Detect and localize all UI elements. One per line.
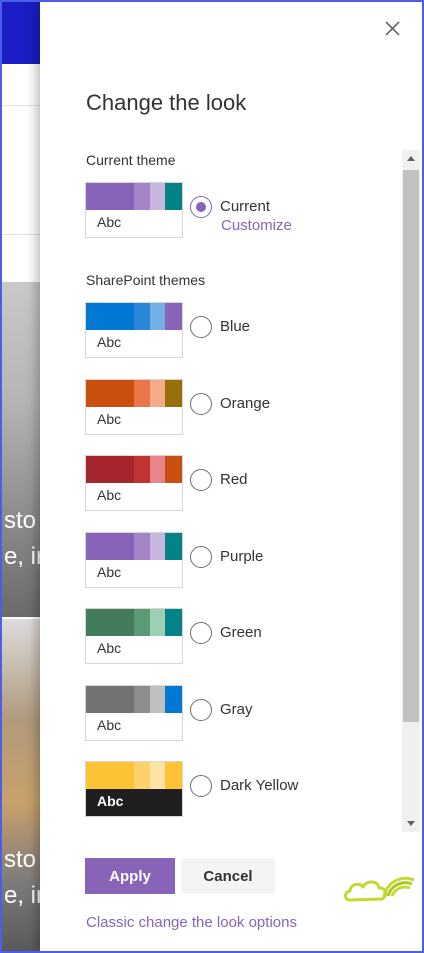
site-divider (2, 105, 42, 106)
theme-label: Gray (220, 701, 253, 718)
cloud-rainbow-logo-icon (344, 876, 415, 902)
current-theme-heading: Current theme (86, 152, 176, 168)
site-hero-text: sto (4, 507, 37, 534)
apply-button[interactable]: Apply (85, 858, 175, 894)
scroll-up-button[interactable] (402, 150, 420, 168)
close-icon (385, 21, 400, 36)
theme-radio-gray[interactable] (190, 699, 212, 721)
app-frame: sto e, ir sto e, ir Change the look Curr… (0, 0, 424, 953)
theme-option-blue[interactable]: Abc Blue (85, 302, 385, 358)
theme-label: Purple (220, 548, 264, 565)
theme-color-bars (86, 533, 182, 560)
background-site: sto e, ir sto e, ir (2, 2, 42, 951)
theme-sample-text: Abc (97, 411, 122, 427)
theme-radio-purple[interactable] (190, 546, 212, 568)
theme-sample-text: Abc (97, 564, 122, 580)
theme-option-gray[interactable]: Abc Gray (85, 685, 385, 741)
theme-radio-dark-yellow[interactable] (190, 775, 212, 797)
panel-title: Change the look (86, 90, 247, 115)
cancel-button[interactable]: Cancel (181, 858, 275, 894)
chevron-down-icon (407, 821, 415, 826)
theme-color-bars (86, 686, 182, 713)
theme-radio-red[interactable] (190, 469, 212, 491)
scroll-down-button[interactable] (402, 814, 420, 832)
theme-preview-swatch: Abc (85, 761, 183, 817)
theme-sample-text: Abc (97, 334, 122, 350)
theme-sample-text: Abc (97, 214, 122, 230)
theme-option-dark-yellow[interactable]: Abc Dark Yellow (85, 761, 385, 817)
theme-list-scrollbar[interactable] (402, 150, 420, 832)
theme-option-red[interactable]: Abc Red (85, 455, 385, 511)
sharepoint-themes-heading: SharePoint themes (86, 272, 206, 288)
theme-preview-swatch: Abc (85, 532, 183, 588)
theme-color-bars (86, 456, 182, 483)
theme-radio-current[interactable] (190, 196, 212, 218)
theme-preview-swatch: Abc (85, 379, 183, 435)
theme-label: Blue (220, 318, 251, 335)
theme-preview-swatch: Abc (85, 182, 183, 238)
theme-option-purple[interactable]: Abc Purple (85, 532, 385, 588)
theme-sample-text: Abc (97, 640, 122, 656)
site-header-area (2, 64, 42, 282)
theme-label: Dark Yellow (220, 777, 299, 794)
theme-sample-text: Abc (97, 793, 124, 809)
theme-preview-swatch: Abc (85, 608, 183, 664)
theme-preview-swatch: Abc (85, 685, 183, 741)
change-the-look-panel: Change the look Current theme Abc Curren… (40, 2, 422, 951)
scrollbar-thumb[interactable] (403, 170, 419, 722)
theme-radio-blue[interactable] (190, 316, 212, 338)
theme-radio-green[interactable] (190, 622, 212, 644)
theme-option-green[interactable]: Abc Green (85, 608, 385, 664)
theme-option-orange[interactable]: Abc Orange (85, 379, 385, 435)
theme-color-bars (86, 762, 182, 789)
theme-label: Current (220, 198, 271, 215)
classic-change-look-link[interactable]: Classic change the look options (86, 914, 297, 931)
customize-link[interactable]: Customize (221, 217, 292, 234)
theme-label: Orange (220, 395, 271, 412)
chevron-up-icon (407, 156, 415, 161)
site-divider (2, 234, 42, 235)
site-hero-text: e, ir (4, 882, 42, 909)
site-hero-text: sto (4, 846, 37, 873)
theme-color-bars (86, 609, 182, 636)
theme-sample-text: Abc (97, 717, 122, 733)
radio-selected-dot (196, 202, 206, 212)
theme-color-bars (86, 183, 182, 210)
site-hero-text: e, ir (4, 543, 42, 570)
theme-label: Green (220, 624, 262, 641)
theme-radio-orange[interactable] (190, 393, 212, 415)
theme-preview-swatch: Abc (85, 302, 183, 358)
site-suite-bar (2, 2, 42, 64)
theme-label: Red (220, 471, 248, 488)
close-button[interactable] (382, 18, 404, 40)
theme-color-bars (86, 380, 182, 407)
theme-sample-text: Abc (97, 487, 122, 503)
theme-preview-swatch: Abc (85, 455, 183, 511)
theme-color-bars (86, 303, 182, 330)
